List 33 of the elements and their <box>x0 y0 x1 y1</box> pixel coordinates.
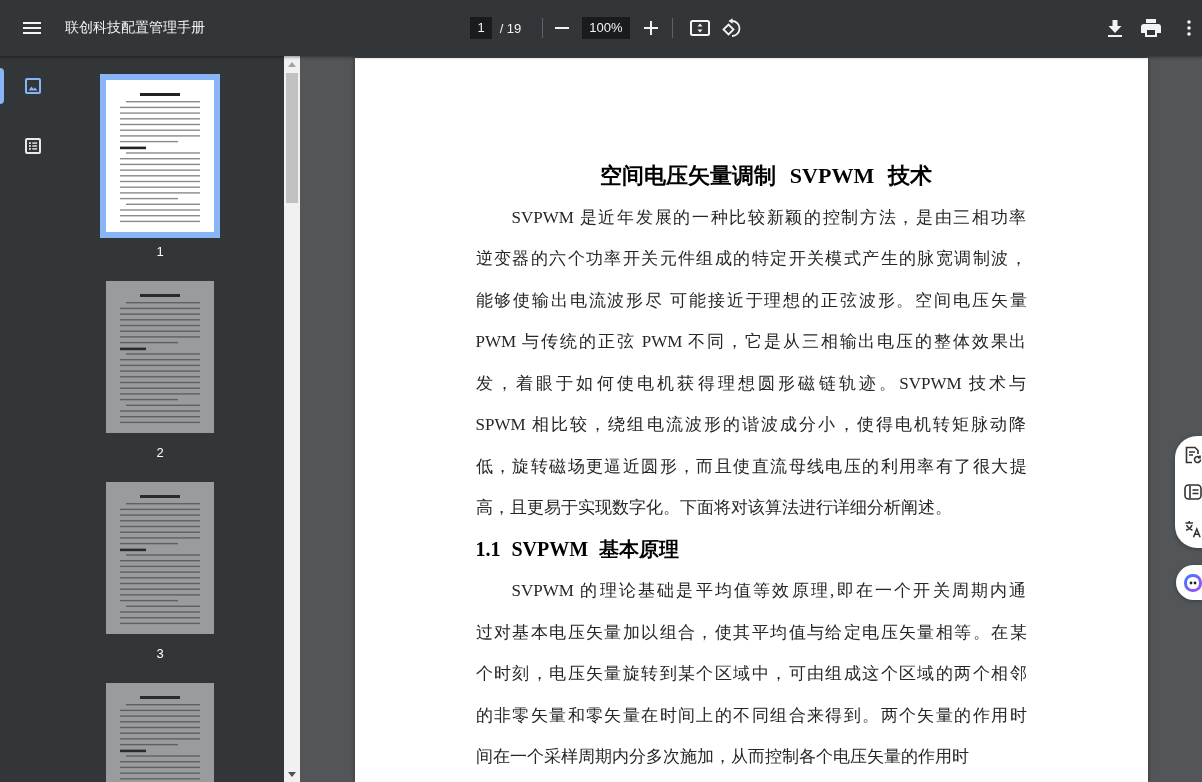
plus-icon <box>643 21 658 35</box>
page-count: / 19 <box>499 20 522 36</box>
more-icon <box>1187 20 1191 36</box>
page-thumbnail[interactable] <box>106 281 214 433</box>
file-title: 联创科技配置管理手册 <box>65 19 205 37</box>
section-heading: 1.1 SVPWM 基本原理 <box>475 537 680 560</box>
document-refresh-icon[interactable] <box>1184 446 1202 464</box>
ring-icon[interactable] <box>1184 573 1202 592</box>
page-thumbnail[interactable] <box>100 74 220 238</box>
page-number-field[interactable]: 1 <box>470 17 492 39</box>
scrollbar[interactable] <box>284 56 300 782</box>
print-icon <box>1141 19 1161 37</box>
page-label: 3 <box>156 645 164 663</box>
download-icon <box>1108 19 1122 37</box>
paragraph: SVPWM 的理论基础是平均值等效原理,即在一个开关周期内通 过对基本电压矢量加以组合，使其平均值与给定电压矢量相等。在某 个时刻，电压矢量旋转到某个区域中，可由组成这个区域的两个相邻 的非零矢量和零矢量在时间上的不同组合来得到。两个矢量的作用时 间在一个采样周期内分多次施加，从而控制各个电压矢量的作用时 <box>475 580 1027 768</box>
caret-down-icon[interactable] <box>288 771 296 777</box>
image-icon <box>25 78 41 94</box>
zoom-level-field[interactable]: 100% <box>582 17 630 39</box>
floating-button[interactable] <box>1176 565 1202 600</box>
rotate-icon <box>722 18 742 38</box>
fit-page-icon <box>689 20 710 36</box>
minus-icon <box>555 27 570 29</box>
document-title: 空间电压矢量调制 SVPWM 技术 <box>600 163 932 188</box>
page-label: 2 <box>156 444 164 462</box>
page-label: 1 <box>156 243 164 261</box>
menu-icon <box>23 22 41 34</box>
translate-icon[interactable] <box>1184 520 1202 538</box>
list-icon <box>25 138 41 154</box>
page-thumbnail[interactable] <box>106 482 214 634</box>
paragraph: SVPWM 是近年发展的一种比较新颖的控制方法，是由三相功率 逆变器的六个功率开关元件组成的特定开关模式产生的脉宽调制波， 能够使输出电流波形尽 可能接近于理想的正弦波形。空间电压矢量 PWM 与传统的正弦 PWM 不同，它是从三相输出电压的整体效果出 发，着眼于如何使电机获得理想圆形磁链轨迹。SVPWM 技术与 SPWM 相比较，绕组电流波形的谐波成分小，使得电机转矩脉动降 低，旋转磁场更逼近圆形，而且使直流母线电压的利用率有了很大提 高，且更易于实现数字化。下面将对该算法进行详细分析阐述。 <box>475 206 1027 519</box>
scrollbar-thumb[interactable] <box>286 73 298 203</box>
selected-indicator <box>0 68 4 104</box>
panel-icon[interactable] <box>1184 484 1202 500</box>
